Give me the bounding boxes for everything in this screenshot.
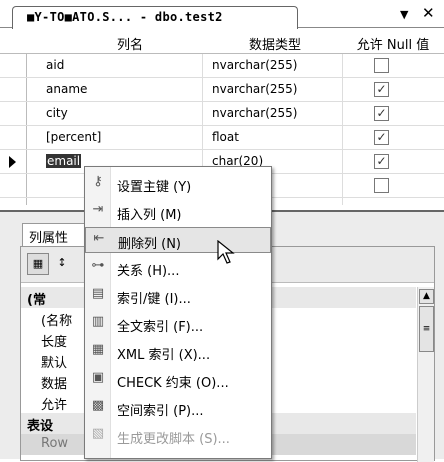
- column-name-cell[interactable]: aname: [46, 82, 87, 96]
- column-name-cell[interactable]: aid: [46, 58, 64, 72]
- data-type-cell[interactable]: nvarchar(255): [212, 106, 298, 120]
- menu-item-label: 索引/键 (I)...: [117, 292, 191, 307]
- menu-item-label: 生成更改脚本 (S)...: [117, 432, 230, 447]
- spatial-index-icon: ▩: [91, 398, 105, 413]
- column-context-menu: ⚷ 设置主键 (Y) ⇥ 插入列 (M) ⇤ 删除列 (N) ⊶ 关系 (H).…: [84, 166, 272, 459]
- menu-item-insert-column[interactable]: ⇥ 插入列 (M): [85, 199, 271, 225]
- xml-index-icon: ▦: [91, 342, 105, 357]
- column-header-type[interactable]: 数据类型: [220, 34, 330, 53]
- column-header-nullable[interactable]: 允许 Null 值: [344, 34, 442, 53]
- property-scrollbar[interactable]: ▲ ≡: [417, 287, 434, 462]
- table-row[interactable]: aid nvarchar(255): [0, 54, 444, 78]
- property-item-label: 默认: [41, 356, 68, 371]
- table-row[interactable]: [percent] float ✓: [0, 126, 444, 150]
- insert-column-icon: ⇥: [92, 202, 104, 217]
- menu-item-set-primary-key[interactable]: ⚷ 设置主键 (Y): [85, 171, 271, 197]
- chevron-down-icon[interactable]: ▼: [400, 8, 408, 21]
- data-type-cell[interactable]: nvarchar(255): [212, 82, 298, 96]
- menu-item-label: 插入列 (M): [117, 208, 182, 223]
- menu-item-relationships[interactable]: ⊶ 关系 (H)...: [85, 255, 271, 281]
- property-item-label: (名称: [41, 314, 73, 329]
- property-item-label: 长度: [41, 335, 68, 350]
- table-designer-window: ■Y-TO■ATO.S... - dbo.test2 ▼ ✕ 列名 数据类型 允…: [0, 0, 444, 462]
- allow-null-checkbox[interactable]: ✓: [374, 106, 389, 121]
- menu-item-label: 删除列 (N): [118, 237, 182, 252]
- menu-item-spatial-index[interactable]: ▩ 空间索引 (P)...: [85, 395, 271, 421]
- column-header-name[interactable]: 列名: [90, 34, 170, 53]
- generate-script-icon: ▧: [91, 426, 105, 441]
- grid-header: 列名 数据类型 允许 Null 值: [0, 29, 444, 54]
- index-key-icon: ▤: [91, 286, 105, 301]
- scroll-thumb[interactable]: ≡: [419, 306, 434, 352]
- allow-null-checkbox[interactable]: ✓: [374, 154, 389, 169]
- categorized-view-icon[interactable]: ▦: [27, 253, 49, 275]
- mouse-pointer-icon: [217, 240, 235, 264]
- scroll-up-icon[interactable]: ▲: [419, 289, 434, 304]
- allow-null-checkbox[interactable]: [374, 58, 389, 73]
- property-category-label: (常: [27, 293, 46, 308]
- menu-item-label: 设置主键 (Y): [117, 180, 192, 195]
- check-constraint-icon: ▣: [91, 370, 105, 385]
- tab-column-properties[interactable]: 列属性: [22, 223, 92, 247]
- menu-item-label: CHECK 约束 (O)...: [117, 376, 229, 391]
- allow-null-checkbox[interactable]: ✓: [374, 82, 389, 97]
- menu-item-generate-change-script[interactable]: ▧ 生成更改脚本 (S)...: [85, 423, 271, 449]
- table-row[interactable]: aname nvarchar(255) ✓: [0, 78, 444, 102]
- key-icon: ⚷: [93, 174, 103, 189]
- data-type-cell[interactable]: float: [212, 130, 239, 144]
- data-type-cell[interactable]: nvarchar(255): [212, 58, 298, 72]
- menu-item-label: 关系 (H)...: [117, 264, 180, 279]
- alphabetical-sort-icon[interactable]: ↕: [51, 253, 73, 275]
- allow-null-checkbox[interactable]: ✓: [374, 130, 389, 145]
- menu-item-fulltext-index[interactable]: ▥ 全文索引 (F)...: [85, 311, 271, 337]
- close-icon[interactable]: ✕: [422, 4, 435, 22]
- menu-item-label: 全文索引 (F)...: [117, 320, 204, 335]
- property-item-label: Row: [41, 436, 69, 451]
- menu-item-delete-column[interactable]: ⇤ 删除列 (N): [85, 227, 271, 253]
- table-row[interactable]: city nvarchar(255) ✓: [0, 102, 444, 126]
- menu-item-label: 空间索引 (P)...: [117, 404, 204, 419]
- document-tab-strip: ■Y-TO■ATO.S... - dbo.test2 ▼ ✕: [0, 0, 444, 29]
- property-category-label: 表设: [27, 419, 54, 434]
- menu-item-label: XML 索引 (X)...: [117, 348, 211, 363]
- document-tab-label: ■Y-TO■ATO.S... - dbo.test2: [27, 10, 223, 24]
- column-name-cell[interactable]: city: [46, 106, 68, 120]
- current-row-arrow-icon: [9, 156, 16, 168]
- menu-item-indexes-keys[interactable]: ▤ 索引/键 (I)...: [85, 283, 271, 309]
- document-tab[interactable]: ■Y-TO■ATO.S... - dbo.test2: [12, 6, 298, 29]
- menu-item-check-constraints[interactable]: ▣ CHECK 约束 (O)...: [85, 367, 271, 393]
- column-name-cell[interactable]: [percent]: [46, 130, 101, 144]
- relationship-icon: ⊶: [91, 258, 105, 273]
- column-name-cell[interactable]: email: [46, 154, 82, 168]
- delete-column-icon: ⇤: [93, 231, 105, 246]
- property-item-label: 数据: [41, 377, 68, 392]
- fulltext-index-icon: ▥: [91, 314, 105, 329]
- allow-null-checkbox[interactable]: [374, 178, 389, 193]
- property-item-label: 允许: [41, 398, 68, 413]
- menu-item-xml-index[interactable]: ▦ XML 索引 (X)...: [85, 339, 271, 365]
